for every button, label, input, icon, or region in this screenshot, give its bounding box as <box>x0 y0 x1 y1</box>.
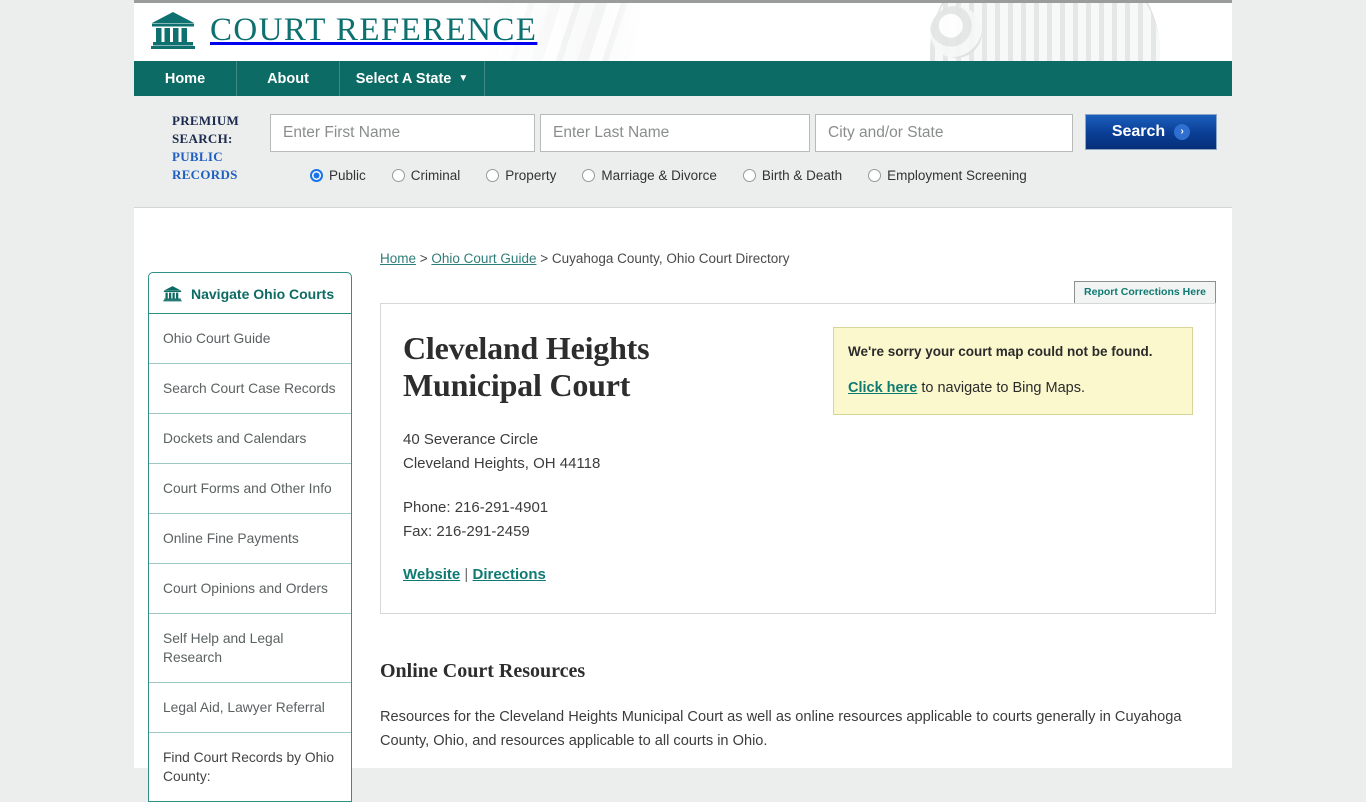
breadcrumb-current: Cuyahoga County, Ohio Court Directory <box>551 251 790 266</box>
sidebar-item-label: Online Fine Payments <box>163 531 299 546</box>
radio-indicator-public[interactable] <box>310 169 323 182</box>
sidebar-item-find-court-records-by-county: Find Court Records by Ohio County: <box>149 733 351 801</box>
search-button[interactable]: Search › <box>1085 114 1217 150</box>
site-logo-text: COURT REFERENCE <box>210 11 538 48</box>
sidebar-item-label: Legal Aid, Lawyer Referral <box>163 700 325 715</box>
radio-label-employment-screening: Employment Screening <box>887 168 1027 183</box>
premium-search-label-line2: SEARCH: <box>172 131 233 146</box>
nav-item-select-a-state-label: Select A State <box>355 70 452 87</box>
site-masthead: COURT REFERENCE <box>134 0 1232 61</box>
map-notice-body-rest: to navigate to Bing Maps. <box>917 380 1085 396</box>
city-state-input[interactable] <box>815 114 1073 152</box>
court-links: Website | Directions <box>403 566 1193 583</box>
radio-option-employment-screening[interactable]: Employment Screening <box>868 168 1027 183</box>
sidebar-item-court-forms-and-other-info[interactable]: Court Forms and Other Info <box>149 464 351 514</box>
radio-option-criminal[interactable]: Criminal <box>391 168 461 183</box>
courthouse-icon <box>163 286 182 302</box>
online-court-resources-body: Resources for the Cleveland Heights Muni… <box>380 709 1182 749</box>
radio-label-property: Property <box>505 168 557 183</box>
nav-item-select-a-state[interactable]: Select A State ▼ <box>340 61 485 96</box>
radio-label-public: Public <box>329 168 366 183</box>
nav-item-home-label: Home <box>164 70 206 87</box>
bing-maps-link[interactable]: Click here <box>848 380 917 396</box>
breadcrumb-separator-1: > <box>416 251 432 266</box>
sidebar-item-label: Dockets and Calendars <box>163 431 307 446</box>
radio-indicator-marriage-divorce[interactable] <box>582 169 596 182</box>
sidebar-item-ohio-court-guide[interactable]: Ohio Court Guide <box>149 314 351 364</box>
sidebar-item-label: Find Court Records by Ohio County: <box>163 750 334 784</box>
report-corrections-button[interactable]: Report Corrections Here <box>1074 281 1216 304</box>
masthead-architecture-medallion <box>930 6 982 58</box>
premium-search-fields: Search › <box>270 114 1217 152</box>
radio-indicator-property[interactable] <box>486 169 500 182</box>
court-phone: Phone: 216-291-4901 <box>403 499 549 516</box>
main-column: Cleveland Heights Municipal Court 40 Sev… <box>380 303 1216 768</box>
sidebar-item-label: Court Forms and Other Info <box>163 481 332 496</box>
directions-link[interactable]: Directions <box>472 566 545 583</box>
map-not-found-notice: We're sorry your court map could not be … <box>833 327 1193 415</box>
sidebar-item-label: Ohio Court Guide <box>163 331 271 346</box>
courthouse-icon <box>151 12 195 49</box>
radio-option-property[interactable]: Property <box>486 168 556 183</box>
premium-search-label: PREMIUM SEARCH: PUBLIC RECORDS <box>172 112 268 184</box>
radio-indicator-employment-screening[interactable] <box>868 169 882 182</box>
search-button-label: Search <box>1111 123 1166 140</box>
report-corrections-label: Report Corrections Here <box>1084 286 1206 298</box>
sidebar-navigate-ohio-courts: Navigate Ohio Courts Ohio Court Guide Se… <box>148 272 352 802</box>
sidebar-item-label: Court Opinions and Orders <box>163 581 328 596</box>
sidebar-item-self-help-and-legal-research[interactable]: Self Help and Legal Research <box>149 614 351 683</box>
sidebar-item-court-opinions-and-orders[interactable]: Court Opinions and Orders <box>149 564 351 614</box>
last-name-input[interactable] <box>540 114 810 152</box>
breadcrumb-separator-2: > <box>536 251 552 266</box>
nav-item-about-label: About <box>267 70 309 87</box>
chevron-down-icon: ▼ <box>458 73 469 84</box>
masthead-top-rule <box>134 0 1232 3</box>
content-area: Home > Ohio Court Guide > Cuyahoga Count… <box>134 208 1232 802</box>
chevron-right-icon: › <box>1174 124 1191 140</box>
sidebar-item-search-court-case-records[interactable]: Search Court Case Records <box>149 364 351 414</box>
site-logo[interactable]: COURT REFERENCE <box>150 10 537 50</box>
court-detail-card: Cleveland Heights Municipal Court 40 Sev… <box>380 303 1216 614</box>
radio-indicator-criminal[interactable] <box>391 169 405 182</box>
breadcrumb-link-home[interactable]: Home <box>380 251 416 266</box>
nav-item-about[interactable]: About <box>237 61 340 96</box>
court-address-line1: 40 Severance Circle <box>403 431 539 448</box>
radio-option-birth-death[interactable]: Birth & Death <box>742 168 843 183</box>
sidebar-item-legal-aid-lawyer-referral[interactable]: Legal Aid, Lawyer Referral <box>149 683 351 733</box>
first-name-input[interactable] <box>270 114 535 152</box>
radio-label-birth-death: Birth & Death <box>761 168 843 183</box>
sidebar-item-label: Self Help and Legal Research <box>163 631 284 665</box>
nav-filler <box>485 61 1232 96</box>
radio-label-marriage-divorce: Marriage & Divorce <box>601 168 717 183</box>
court-contact: Phone: 216-291-4901 Fax: 216-291-2459 <box>403 496 1193 544</box>
radio-option-marriage-divorce[interactable]: Marriage & Divorce <box>582 168 717 183</box>
breadcrumb: Home > Ohio Court Guide > Cuyahoga Count… <box>380 251 789 266</box>
search-category-radio-group: Public Criminal Property Marriage & Divo… <box>310 168 1053 183</box>
premium-search-label-line1: PREMIUM <box>172 113 240 128</box>
link-separator: | <box>460 566 473 583</box>
map-notice-title: We're sorry your court map could not be … <box>848 344 1153 359</box>
court-address-line2: Cleveland Heights, OH 44118 <box>403 455 601 472</box>
radio-indicator-birth-death[interactable] <box>742 169 756 182</box>
main-navigation: Home About Select A State ▼ <box>134 61 1232 96</box>
page-container: COURT REFERENCE Home About Select A Stat… <box>134 0 1232 802</box>
radio-option-public[interactable]: Public <box>310 168 366 183</box>
page-title: Cleveland Heights Municipal Court <box>403 330 650 403</box>
premium-search-label-line4[interactable]: RECORDS <box>172 166 268 184</box>
map-notice-body: Click here to navigate to Bing Maps. <box>848 380 1178 396</box>
breadcrumb-link-ohio-court-guide[interactable]: Ohio Court Guide <box>431 251 536 266</box>
sidebar-item-label: Search Court Case Records <box>163 381 336 396</box>
court-fax: Fax: 216-291-2459 <box>403 523 530 540</box>
radio-label-criminal: Criminal <box>410 168 461 183</box>
sidebar-header: Navigate Ohio Courts <box>149 273 351 314</box>
sidebar-item-dockets-and-calendars[interactable]: Dockets and Calendars <box>149 414 351 464</box>
premium-search-label-line3[interactable]: PUBLIC <box>172 148 268 166</box>
court-address: 40 Severance Circle Cleveland Heights, O… <box>403 428 1193 476</box>
sidebar-item-online-fine-payments[interactable]: Online Fine Payments <box>149 514 351 564</box>
nav-item-home[interactable]: Home <box>134 61 237 96</box>
sidebar-header-label: Navigate Ohio Courts <box>191 285 335 302</box>
online-court-resources-heading: Online Court Resources <box>380 660 586 682</box>
website-link[interactable]: Website <box>403 566 460 583</box>
premium-search-bar: PREMIUM SEARCH: PUBLIC RECORDS Search › … <box>134 96 1232 208</box>
